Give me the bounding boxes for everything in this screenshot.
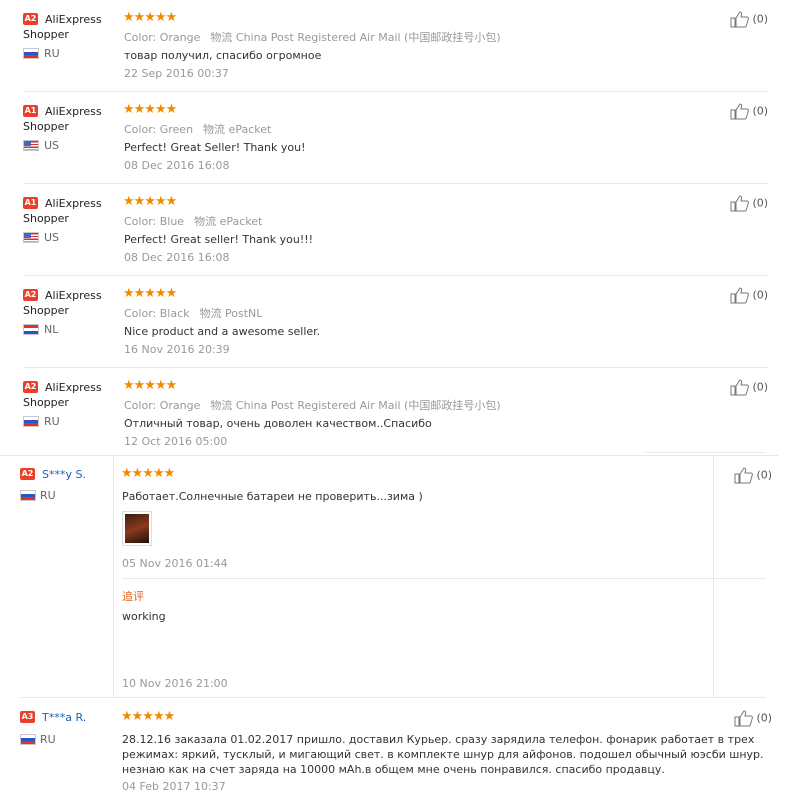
reviewer-name: AliExpress Shopper xyxy=(23,105,102,133)
review-text: Perfect! Great Seller! Thank you! xyxy=(124,141,306,154)
column-divider xyxy=(713,456,714,698)
reviewer-country: RU xyxy=(44,47,60,60)
review-text: Nice product and a awesome seller. xyxy=(124,325,321,338)
usa-flag-icon xyxy=(23,232,39,243)
review-date: 05 Nov 2016 01:44 xyxy=(122,557,228,570)
like-button[interactable]: (0) xyxy=(730,195,768,212)
color-value: Green xyxy=(159,123,194,136)
color-value: Blue xyxy=(159,215,185,228)
shipping-value: ePacket xyxy=(228,123,272,136)
rating-stars: ★★★★★ xyxy=(123,378,177,393)
review-item: A2 AliExpress Shopper NL ★★★★★ Color: Bl… xyxy=(0,276,800,368)
reviewer-name[interactable]: T***a R. xyxy=(42,710,132,725)
rating-stars: ★★★★★ xyxy=(123,194,177,209)
netherlands-flag-icon xyxy=(23,324,39,335)
additional-feedback-text: working xyxy=(122,610,166,623)
reviewer-country: NL xyxy=(44,323,59,336)
review-text: товар получил, спасибо огромное xyxy=(124,49,322,62)
thumbs-up-icon xyxy=(730,195,749,212)
rating-stars: ★★★★★ xyxy=(123,102,177,117)
reviewer-name: AliExpress Shopper xyxy=(23,13,102,41)
review-item: A1 AliExpress Shopper US ★★★★★ Color: Gr… xyxy=(0,92,800,184)
shipping-value: PostNL xyxy=(225,307,263,320)
review-text: Отличный товар, очень доволен качеством.… xyxy=(124,417,432,430)
reviewer-country: RU xyxy=(40,733,56,746)
order-info: Color: Blue 物流 ePacket xyxy=(124,215,263,228)
order-info: Color: Green 物流 ePacket xyxy=(124,123,272,136)
like-count: (0) xyxy=(756,711,773,725)
like-button[interactable]: (0) xyxy=(734,710,772,727)
review-date: 12 Oct 2016 05:00 xyxy=(124,435,228,448)
order-info: Color: Orange 物流 China Post Registered Ai… xyxy=(124,31,501,44)
column-divider xyxy=(113,456,114,698)
buyer-level-badge: A3 xyxy=(20,711,35,723)
review-text: Работает.Солнечные батареи не проверить.… xyxy=(122,490,423,503)
reviewer-country: US xyxy=(44,231,60,244)
reviewer-country: RU xyxy=(44,415,60,428)
rating-stars: ★★★★★ xyxy=(123,10,177,25)
like-count: (0) xyxy=(752,380,769,394)
review-divider xyxy=(645,452,765,453)
like-button[interactable]: (0) xyxy=(730,103,768,120)
rating-stars: ★★★★★ xyxy=(123,286,177,301)
additional-feedback-title: 追评 xyxy=(122,590,144,603)
additional-feedback-date: 10 Nov 2016 21:00 xyxy=(122,677,228,690)
review-date: 04 Feb 2017 10:37 xyxy=(122,780,226,793)
review-item: A3 T***a R. RU ★★★★★ 28.12.16 заказала 0… xyxy=(0,698,800,800)
shipping-value: China Post Registered Air Mail (中国邮政挂号小包… xyxy=(235,399,501,412)
review-text: Perfect! Great seller! Thank you!!! xyxy=(124,233,314,246)
review-item: A2 AliExpress Shopper RU ★★★★★ Color: Or… xyxy=(0,0,800,92)
like-button[interactable]: (0) xyxy=(730,287,768,304)
like-button[interactable]: (0) xyxy=(734,467,772,484)
rating-stars: ★★★★★ xyxy=(121,709,175,724)
review-item: A2 S***y S. RU ★★★★★ Работает.Солнечные … xyxy=(0,456,800,698)
review-text: 28.12.16 заказала 01.02.2017 пришло. дос… xyxy=(122,733,764,776)
like-count: (0) xyxy=(752,196,769,210)
reviewer-name: AliExpress Shopper xyxy=(23,197,102,225)
like-count: (0) xyxy=(752,12,769,26)
like-button[interactable]: (0) xyxy=(730,379,768,396)
like-count: (0) xyxy=(752,288,769,302)
reviewer-name: AliExpress Shopper xyxy=(23,381,102,409)
review-item: A1 AliExpress Shopper US ★★★★★ Color: Bl… xyxy=(0,184,800,276)
shipping-value: ePacket xyxy=(219,215,263,228)
reviewer-name: AliExpress Shopper xyxy=(23,289,102,317)
like-count: (0) xyxy=(752,104,769,118)
reviewer-name[interactable]: S***y S. xyxy=(42,467,132,482)
color-value: Black xyxy=(159,307,190,320)
usa-flag-icon xyxy=(23,140,39,151)
thumbs-up-icon xyxy=(730,287,749,304)
review-date: 08 Dec 2016 16:08 xyxy=(124,251,230,264)
thumbs-up-icon xyxy=(730,103,749,120)
review-divider xyxy=(122,578,766,579)
russia-flag-icon xyxy=(20,734,36,745)
review-date: 08 Dec 2016 16:08 xyxy=(124,159,230,172)
review-date: 16 Nov 2016 20:39 xyxy=(124,343,230,356)
review-item: A2 AliExpress Shopper RU ★★★★★ Color: Or… xyxy=(0,368,800,456)
like-count: (0) xyxy=(756,468,773,482)
thumbs-up-icon xyxy=(730,11,749,28)
russia-flag-icon xyxy=(23,416,39,427)
thumbs-up-icon xyxy=(730,379,749,396)
review-date: 22 Sep 2016 00:37 xyxy=(124,67,229,80)
rating-stars: ★★★★★ xyxy=(121,466,175,481)
shipping-value: China Post Registered Air Mail (中国邮政挂号小包… xyxy=(235,31,501,44)
reviewer-country: RU xyxy=(40,489,56,502)
reviewer-country: US xyxy=(44,139,60,152)
review-photo-thumbnail[interactable] xyxy=(122,511,152,546)
russia-flag-icon xyxy=(23,48,39,59)
buyer-level-badge: A2 xyxy=(20,468,35,480)
order-info: Color: Black 物流 PostNL xyxy=(124,307,263,320)
order-info: Color: Orange 物流 China Post Registered Ai… xyxy=(124,399,501,412)
color-value: Orange xyxy=(159,31,201,44)
color-value: Orange xyxy=(159,399,201,412)
thumbs-up-icon xyxy=(734,710,753,727)
like-button[interactable]: (0) xyxy=(730,11,768,28)
russia-flag-icon xyxy=(20,490,36,501)
thumbs-up-icon xyxy=(734,467,753,484)
